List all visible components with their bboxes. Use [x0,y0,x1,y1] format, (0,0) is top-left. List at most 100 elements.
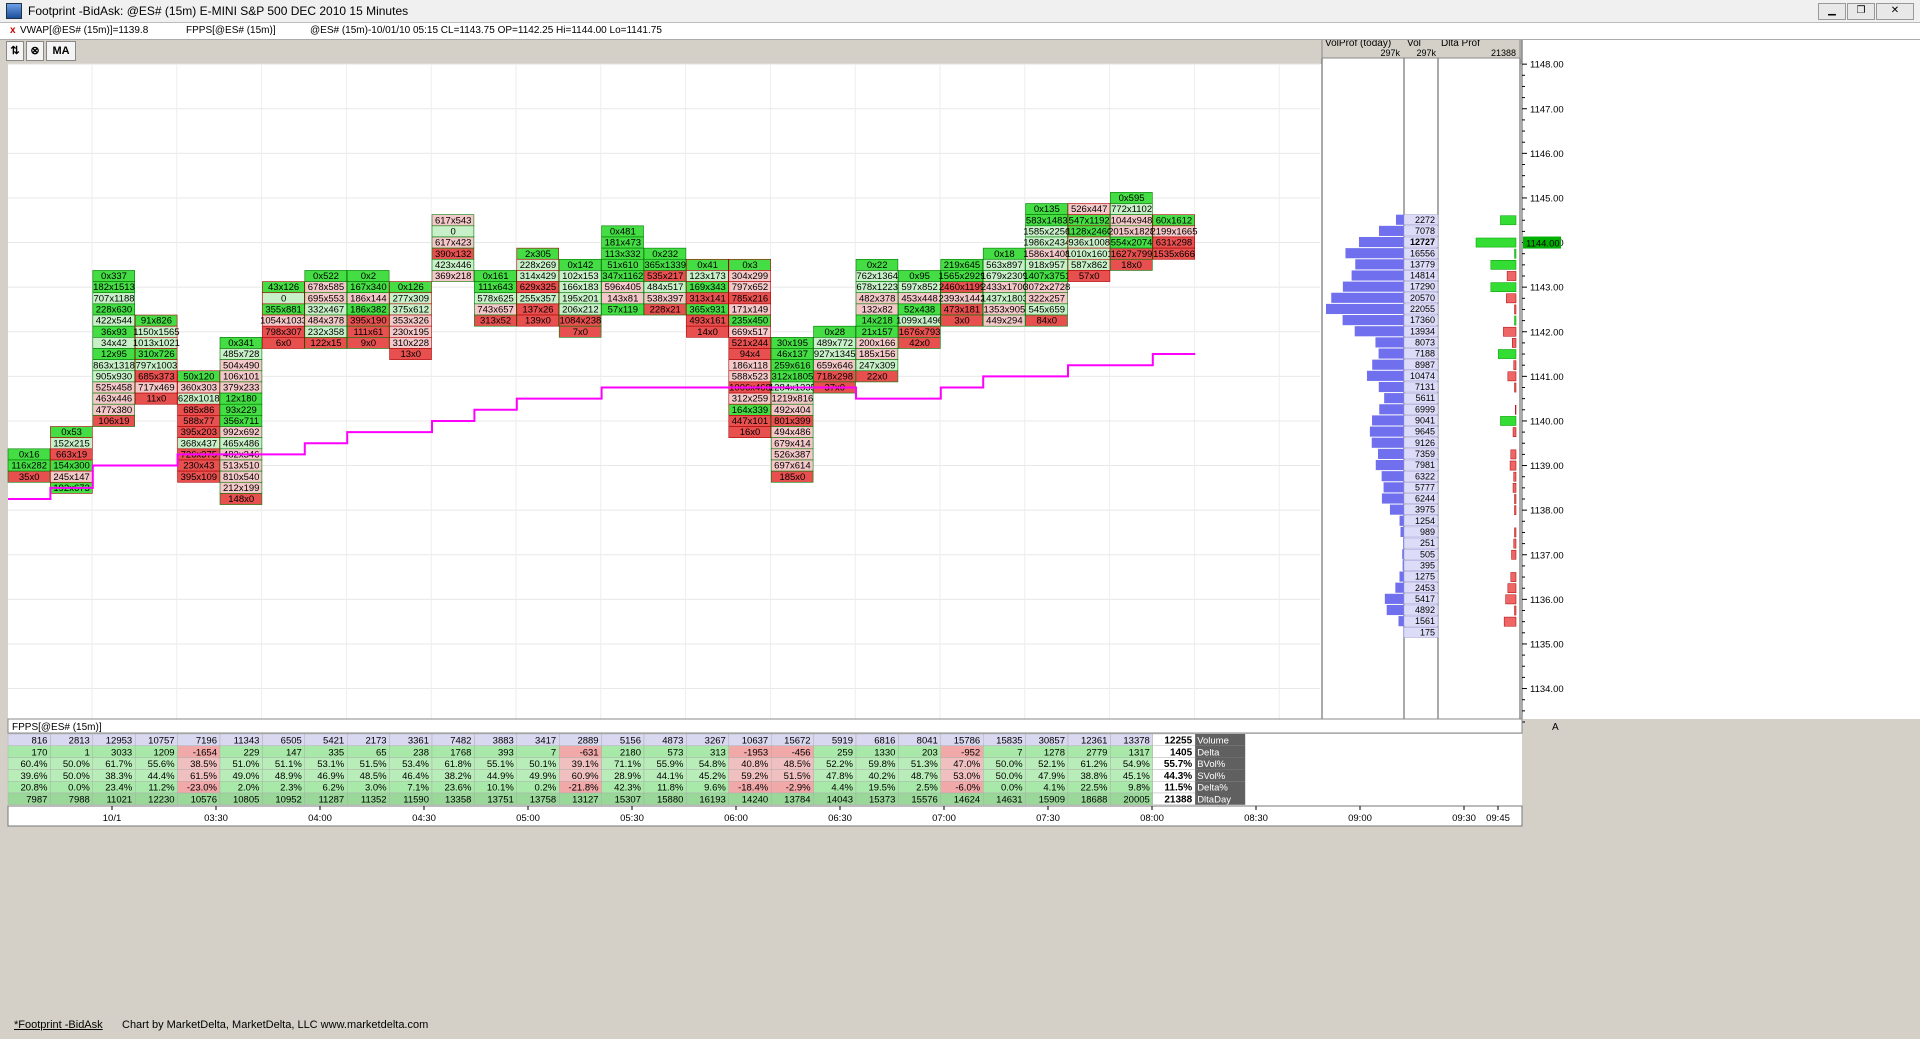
stats-cell-value: 59.8% [868,759,895,770]
footprint-bar[interactable]: 60x16122199x1665631x2981535x666 [1150,214,1198,260]
footprint-bar[interactable]: 0x3304x299797x652785x216171x149235x45066… [728,258,771,438]
delta-profile-bar [1510,449,1517,460]
footprint-cell-label: 16x0 [740,427,761,438]
footprint-bar[interactable]: 219x6451565x29292460x11992393x1442473x18… [938,258,986,327]
time-axis[interactable]: 10/1 03:30 04:00 04:30 05:00 05:30 06:00 06:30 0… [7,805,1523,827]
footprint-bar[interactable]: 0x41123x173169x343313x141365x931493x1611… [686,258,729,338]
stats-cell-value: 30857 [1039,736,1065,747]
moving-average-button[interactable]: MA [46,41,76,61]
stats-cell-value: 49.0% [232,771,259,782]
footprint-tab[interactable]: *Footprint -BidAsk [14,1019,103,1031]
delta-profile-bar [1514,304,1517,315]
vol-cell-label: 1561 [1415,616,1435,626]
footprint-cell-label: 186x144 [350,293,386,304]
last-price-label: 1144.00 [1526,239,1560,250]
minimize-button[interactable]: ▁ [1818,3,1846,20]
price-axis-bg [1522,37,1920,719]
footprint-cell-label: 477x380 [96,405,132,416]
stats-cell-value: 816 [32,736,48,747]
footprint-bar[interactable]: 0x53152x215663x19154x300245x147192x673 [50,426,93,494]
delta-profile-bar [1514,494,1517,504]
footprint-bar[interactable]: 0x341485x728504x490106x101379x23312x1809… [219,337,263,505]
footprint-cell-label: 678x1223 [856,282,898,293]
footprint-cell-label: 1586x1408 [1023,249,1070,260]
vol-cell-label: 14814 [1410,271,1435,281]
footprint-bar[interactable]: 0x95597x852453x44852x4381099x14961676x79… [896,270,943,349]
footprint-bar[interactable]: 50x120360x303628x1018685x86588x77395x203… [177,370,220,483]
fpps-legend[interactable]: FPPS[@ES# (15m)] [186,23,276,39]
footprint-bar[interactable]: 0x2167x340186x144186x382395x190111x619x0 [346,270,390,349]
stats-cell-value: 11.2% [148,783,175,794]
footprint-bar[interactable]: 617x5430617x423390x132423x446369x218 [431,214,475,282]
footprint-cell-label: 360x303 [181,383,217,394]
footprint-bar[interactable]: 0x126277x309375x612353x326230x195310x228… [389,281,432,361]
volprof-bar [1381,493,1404,504]
stats-cell-value: 5919 [832,736,853,747]
footprint-bar[interactable]: 0x522678x585695x553332x467484x378232x358… [304,270,347,349]
zoom-icon[interactable]: ⊗ [26,41,44,61]
restore-button[interactable]: ❐ [1847,3,1875,20]
footprint-cell-label: 0x135 [1034,204,1060,215]
footprint-bar[interactable]: 0x142102x153166x183195x201206x2121084x23… [558,258,602,338]
volprof-bar [1402,549,1404,560]
footprint-bar[interactable]: 43x1260355x8811054x1033798x3076x0 [260,281,307,349]
vol-cell-label: 7188 [1415,349,1435,359]
stats-cell-value: 4.1% [1043,783,1065,794]
footprint-bar[interactable]: 0x16116x28235x0 [7,448,51,483]
stats-cell-value: 1209 [153,747,174,758]
footprint-cell-label: 312x259 [732,394,768,405]
stats-cell-value: 49.9% [529,771,556,782]
volprof-bar [1383,482,1404,493]
footprint-bar[interactable]: 91x8261150x15651013x1021310x726797x10036… [133,314,180,405]
footprint-cell-label: 1353x905 [984,305,1026,316]
footprint-bar[interactable]: 0x595772x11021044x9482015x1828554x207416… [1108,192,1155,271]
footprint-cell-label: 0x161 [483,271,509,282]
footprint-cell-label: 1099x1496 [896,316,943,327]
vol-cell-label: 5611 [1416,393,1435,403]
footprint-bar[interactable]: 0x22762x1364678x1223482x378132x8214x2182… [855,258,899,382]
footprint-cell-label: 447x101 [732,416,768,427]
footprint-cell-label: 513x510 [223,461,259,472]
study-close-icon[interactable]: x [10,23,16,39]
stats-cell-value: 238 [413,747,429,758]
stats-cell-value: 53.4% [402,759,429,770]
stats-row-label: BVol% [1197,759,1226,770]
stats-cell-value: 13127 [572,795,598,806]
footprint-bar[interactable]: 0x18563x8971679x23092433x17001437x180313… [981,247,1028,327]
footprint-bar[interactable]: 30x19546x137259x616312x18051284x13351219… [769,337,816,483]
footprint-bar[interactable]: 0x481181x473113x33251x610347x1162596x405… [601,225,644,316]
stats-latest-value: 12255 [1164,736,1192,747]
footprint-cell-label: 167x340 [350,282,386,293]
stats-cell-value: 1330 [874,747,895,758]
footprint-bar[interactable]: 0x28489x772927x1345659x646718x29837x0 [813,325,856,394]
stats-cell-value: 61.7% [105,759,132,770]
footprint-bar[interactable]: 526x447547x11921128x2460936x10081010x160… [1066,203,1113,283]
stats-cell-value: -21.8% [568,783,599,794]
footprint-cell-label: 718x298 [817,371,853,382]
footprint-cell-label: 245x147 [53,472,89,483]
cursor-tool-icon[interactable]: ⇅ [6,41,24,61]
stats-cell-value: -18.4% [738,783,769,794]
footprint-cell-label: 0 [281,293,286,304]
footprint-bar[interactable]: 0x337182x1513707x1188228x630422x54436x93… [92,270,136,427]
footprint-cell-label: 395x203 [181,427,217,438]
footprint-cell-label: 6x0 [276,338,291,349]
footprint-bar[interactable]: 0x135583x14831585x22561986x24341586x1408… [1023,203,1070,327]
stats-cell-value: 147 [286,747,302,758]
stats-cell-value: 51.1% [275,759,302,770]
volprof-bar [1386,604,1404,616]
close-button[interactable]: ✕ [1876,3,1914,20]
footprint-cell-label: 526x387 [774,449,810,460]
price-axis[interactable]: 1148.00 1147.00 1146.00 1145.00 1144.00 1143.… [1521,37,1920,723]
footprint-bar[interactable]: 0x161111x643578x625743x657313x52 [474,270,517,327]
footprint-cell-label: 347x1162 [602,271,643,282]
stats-cell-value: -6.0% [955,783,980,794]
footprint-bar[interactable]: 2x305228x269314x429629x325255x357137x261… [516,247,559,327]
footprint-cell-label: 1084x238 [560,316,602,327]
footprint-bar[interactable]: 0x232365x1339535x217484x517538x397228x21 [643,247,687,316]
footprint-cell-label: 918x957 [1029,260,1065,271]
volprof-bar [1378,225,1404,236]
vwap-legend[interactable]: VWAP[@ES# (15m)]=1139.8 [20,23,148,39]
delta-profile-bar [1512,483,1517,493]
footprint-cell-label: 235x450 [732,316,768,327]
